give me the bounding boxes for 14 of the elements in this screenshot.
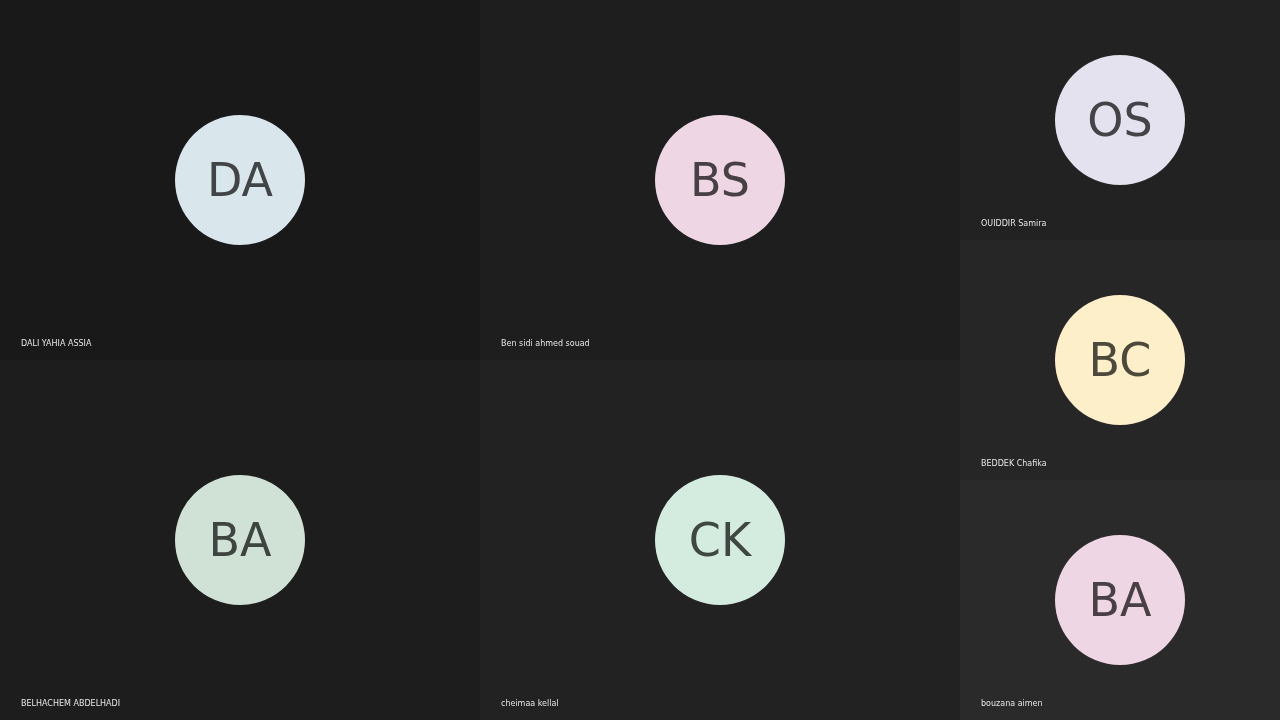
avatar: OS — [1055, 55, 1185, 185]
participant-name: cheimaa kellal — [501, 698, 559, 710]
participant-name: DALI YAHIA ASSIA — [21, 338, 92, 350]
avatar: CK — [655, 475, 785, 605]
participant-name: BELHACHEM ABDELHADI — [21, 698, 121, 710]
participant-name: bouzana aimen — [981, 698, 1043, 710]
avatar: BA — [1055, 535, 1185, 665]
avatar: BS — [655, 115, 785, 245]
participant-name: OUIDDIR Samira — [981, 218, 1047, 230]
avatar: BC — [1055, 295, 1185, 425]
avatar: BA — [175, 475, 305, 605]
participant-name: BEDDEK Chafika — [981, 458, 1047, 470]
participant-name: Ben sidi ahmed souad — [501, 338, 590, 350]
avatar: DA — [175, 115, 305, 245]
